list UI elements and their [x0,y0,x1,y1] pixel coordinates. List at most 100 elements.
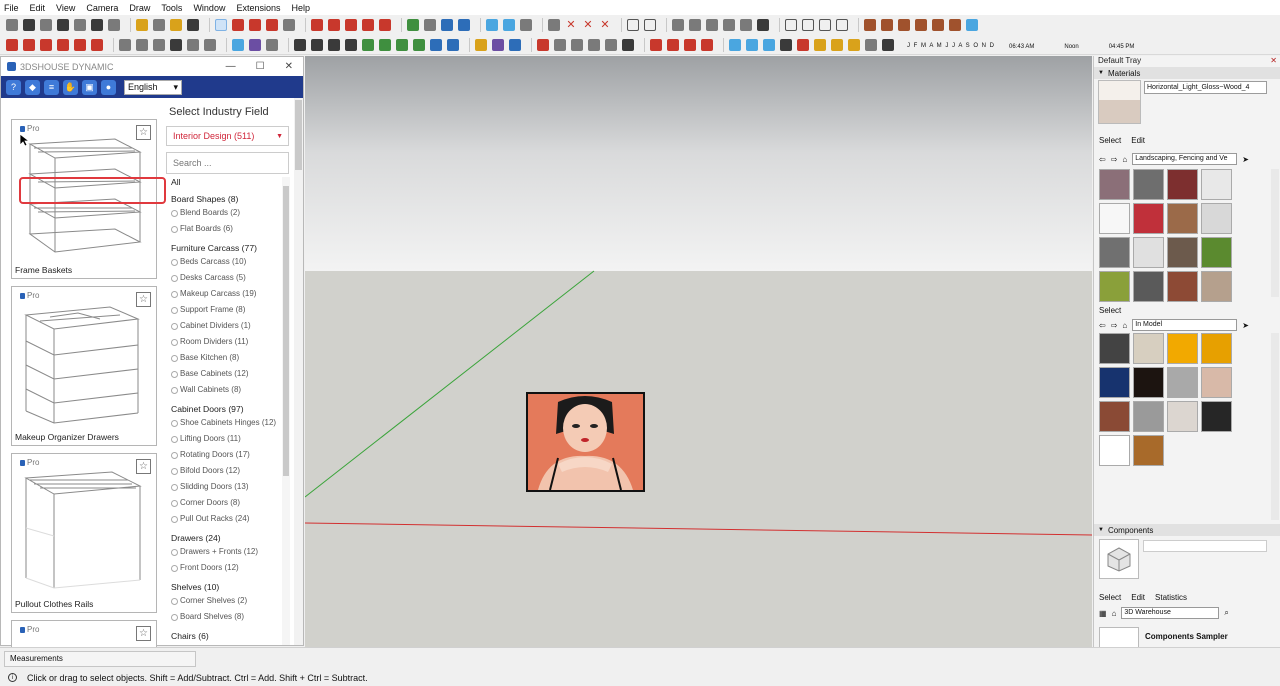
left-view-icon[interactable] [949,19,961,31]
category-scrollbar[interactable] [282,177,290,645]
warehouse-search-input[interactable]: 3D Warehouse [1121,607,1220,619]
language-select[interactable]: English ▾ [124,79,182,95]
radio-button[interactable] [171,597,178,605]
hide-icon[interactable] [723,19,735,31]
plugin-tool-icon[interactable] [814,38,826,51]
subcategory-item[interactable]: Blend Boards (2) [171,205,285,221]
plugin-tool-icon[interactable] [729,38,741,51]
radio-button[interactable] [171,338,178,346]
category-heading[interactable]: Cabinet Doors (97) [171,404,285,415]
material-swatch[interactable] [1167,169,1198,200]
wireframe-icon[interactable] [785,19,797,31]
material-swatch[interactable] [1133,367,1164,398]
category-heading[interactable]: Drawers (24) [171,533,285,544]
plugin-tool-icon[interactable] [571,38,583,51]
textured-icon[interactable] [836,19,848,31]
plugin-tool-icon[interactable] [91,38,103,51]
subcategory-item[interactable]: Shoe Cabinets Hinges (12) [171,415,285,431]
subcategory-item[interactable]: Slidding Doors (13) [171,479,285,495]
info-icon[interactable]: i [8,673,17,682]
radio-button[interactable] [171,209,178,217]
plugin-tool-icon[interactable] [780,38,792,51]
tab-select[interactable]: Select [1099,593,1121,602]
menu-extensions[interactable]: Extensions [236,3,280,13]
radio-button[interactable] [171,564,178,572]
plugin-tool-icon[interactable] [266,38,278,51]
minimize-icon[interactable]: — [226,61,236,72]
radio-button[interactable] [171,613,178,621]
copy-icon[interactable] [108,19,120,31]
material-swatch[interactable] [1167,237,1198,268]
hand-icon[interactable]: ✋ [63,79,78,95]
plugin-tool-icon[interactable] [204,38,216,51]
material-swatch[interactable] [1133,271,1164,302]
subcategory-item[interactable]: Room Dividers (11) [171,334,285,350]
material-swatch[interactable] [1201,367,1232,398]
rotate-icon[interactable] [345,19,357,31]
material-swatch[interactable] [1133,333,1164,364]
top-view-icon[interactable] [881,19,893,31]
material-swatch[interactable] [1167,271,1198,302]
plugin-tool-icon[interactable] [865,38,877,51]
subcategory-item[interactable]: Rotating Doors (17) [171,447,285,463]
plugin-tool-icon[interactable] [119,38,131,51]
details-arrow-icon[interactable]: ➤ [1242,321,1249,330]
front-view-icon[interactable] [898,19,910,31]
radio-button[interactable] [171,306,178,314]
gift-icon[interactable]: ▣ [82,79,97,95]
cube-icon[interactable]: ◆ [25,79,40,95]
model-info-icon[interactable] [57,19,69,31]
material-swatch[interactable] [1133,401,1164,432]
save-icon[interactable] [23,19,35,31]
tab-select[interactable]: Select [1099,136,1121,145]
component-name-field[interactable] [1143,540,1267,552]
plugin-tool-icon[interactable] [74,38,86,51]
pan-icon[interactable] [424,19,436,31]
picture-frame[interactable] [526,392,645,492]
sandbox-icon[interactable]: ✕ [565,19,577,31]
category-all[interactable]: All [171,177,285,188]
search-icon[interactable]: ⌕ [1224,608,1228,618]
camera-tool-icon[interactable] [548,19,560,31]
shape-tool-icon[interactable] [283,19,295,31]
maximize-icon[interactable]: ☐ [256,61,265,72]
plugin-tool-icon[interactable] [153,38,165,51]
radio-button[interactable] [171,515,178,523]
plugin-tool-icon[interactable] [684,38,696,51]
subcategory-item[interactable]: Makeup Carcass (19) [171,286,285,302]
iso-view-icon[interactable] [864,19,876,31]
radio-button[interactable] [171,451,178,459]
lock-icon[interactable] [740,19,752,31]
freehand-icon[interactable] [266,19,278,31]
back-view-icon[interactable] [932,19,944,31]
radio-button[interactable] [171,467,178,475]
material-swatch[interactable] [1133,169,1164,200]
plugin-tool-icon[interactable] [848,38,860,51]
subcategory-item[interactable]: Base Cabinets (12) [171,366,285,382]
shadow-toggle-icon[interactable] [882,38,894,51]
material-swatch[interactable] [1099,367,1130,398]
eye-icon[interactable] [757,19,769,31]
scrollbar-thumb[interactable] [283,186,289,476]
product-card[interactable]: Pro ☆ Makeup Organizer Drawers [11,286,157,446]
subcategory-item[interactable]: Front Doors (12) [171,560,285,576]
home-icon[interactable]: ⌂ [1112,609,1117,618]
materials-header[interactable]: ▼ Materials [1094,67,1280,79]
right-view-icon[interactable] [915,19,927,31]
material-name-field[interactable]: Horizontal_Light_Gloss~Wood_4 [1144,81,1267,94]
scrollbar-thumb[interactable] [295,100,302,170]
product-card[interactable]: Pro ☆ Pullout Clothes Rails [11,453,157,613]
plugin-tool-icon[interactable] [232,38,244,51]
push-pull-icon[interactable] [311,19,323,31]
radio-button[interactable] [171,548,178,556]
radio-button[interactable] [171,386,178,394]
search-input[interactable]: Search ... [166,152,289,174]
menu-window[interactable]: Window [193,3,225,13]
product-card[interactable]: Pro ☆ [11,620,157,648]
section-plane-icon[interactable] [627,19,639,31]
forward-arrow-icon[interactable]: ⇨ [1111,321,1118,330]
text-tool-icon[interactable] [187,19,199,31]
shaded-icon[interactable] [819,19,831,31]
layers-icon[interactable] [672,19,684,31]
radio-button[interactable] [171,225,178,233]
